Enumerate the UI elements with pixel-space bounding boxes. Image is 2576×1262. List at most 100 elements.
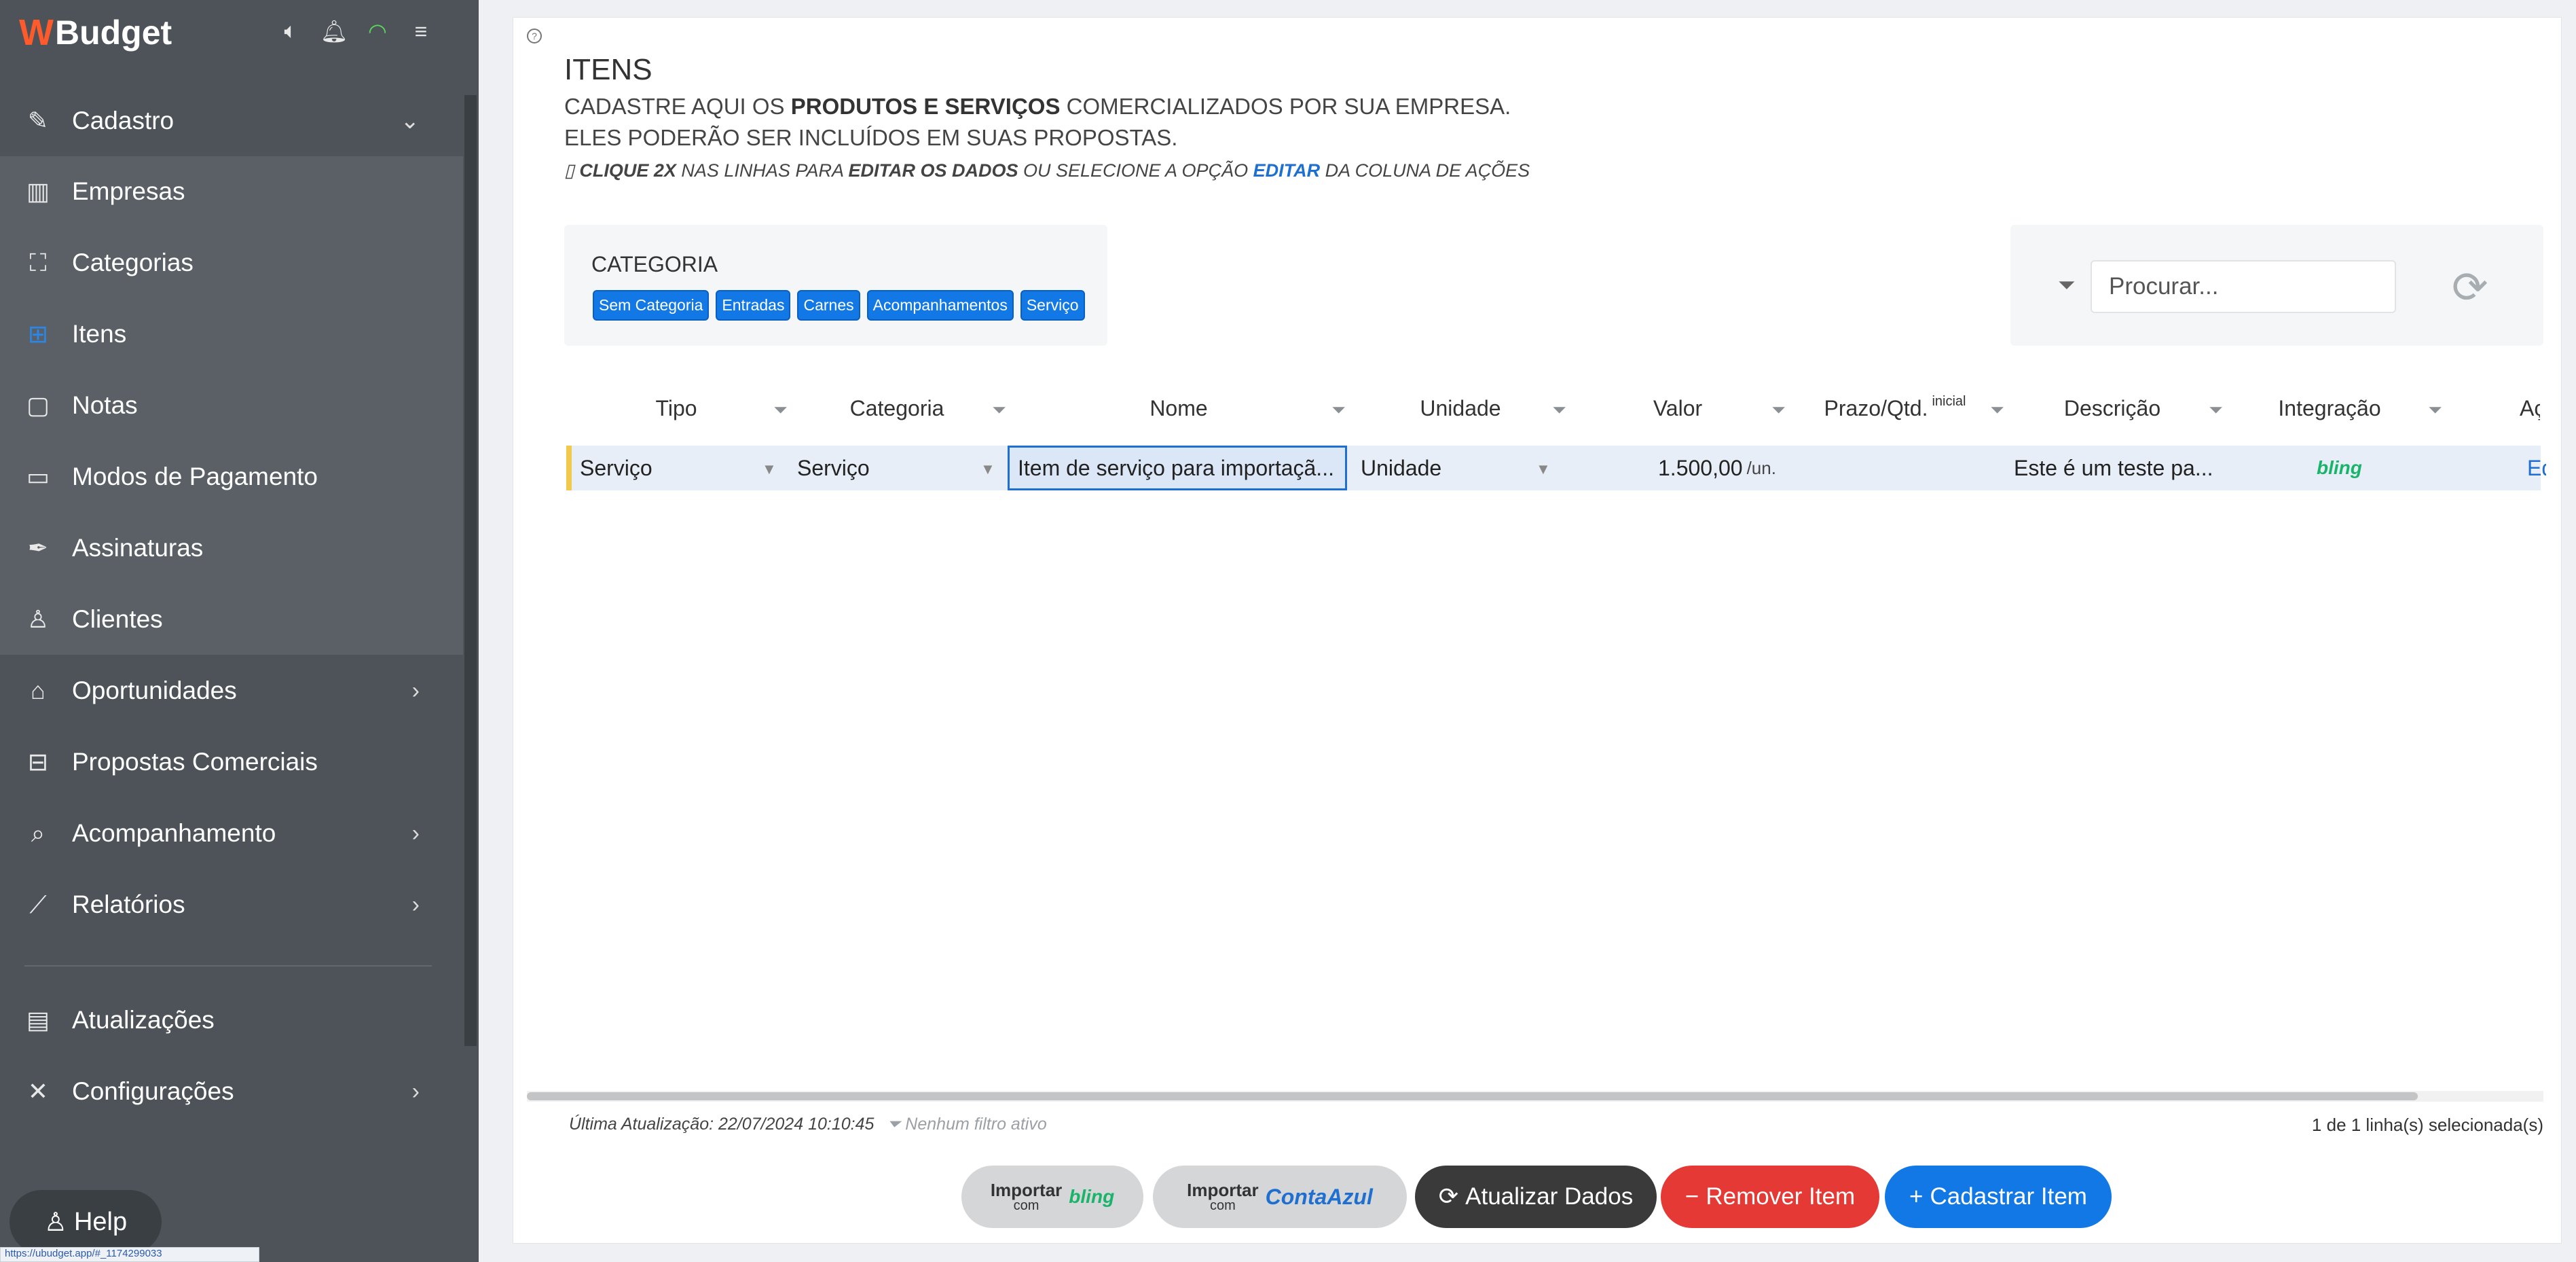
chevron-right-icon: › [411, 891, 420, 918]
remove-label: Remover Item [1706, 1183, 1856, 1210]
refresh-icon: ⟳ [1438, 1183, 1459, 1210]
cell-acoes: Editar [2527, 446, 2546, 490]
column-header-label: Prazo/Qtd. [1824, 395, 1928, 420]
column-filter-icon[interactable]: ⏷ [1771, 399, 1786, 421]
user-icon: ♙ [26, 605, 50, 633]
cell-nome-selected[interactable]: Item de serviço para importaçã... [1008, 446, 1347, 490]
chart-icon: ⟋ [29, 890, 47, 918]
wifi-icon[interactable]: ◠ [365, 18, 390, 45]
app-logo[interactable]: W Budget [19, 12, 172, 53]
sidebar-item-notas[interactable]: ▢ Notas [0, 370, 463, 441]
column-filter-icon[interactable]: ⏷ [992, 399, 1006, 421]
bling-logo: bling [1069, 1186, 1115, 1207]
column-filter-icon[interactable]: ⏷ [1552, 399, 1566, 421]
table-row[interactable]: Serviço ▼ Serviço ▼ Unidade ▼ 1.500,00/u… [566, 446, 2546, 490]
dropdown-arrow-icon[interactable]: ▼ [1536, 461, 1551, 478]
menu-icon[interactable]: ≡ [409, 18, 433, 45]
sidebar-divider [24, 965, 432, 967]
import-com-text: com [1013, 1198, 1039, 1213]
column-header-prazo[interactable]: Prazo/Qtd. inicial [1786, 378, 2004, 439]
page-title: ITENS [564, 53, 652, 86]
column-filter-icon[interactable]: ⏷ [2428, 399, 2442, 421]
sidebar-top-icons: 🔈︎ 🔔︎ ◠ ≡ [278, 18, 433, 45]
bell-icon[interactable]: 🔔︎ [320, 18, 348, 45]
category-chip[interactable]: Acompanhamentos [866, 290, 1014, 321]
sidebar-item-label: Notas [72, 391, 138, 419]
cell-valor[interactable]: 1.500,00/un. [1658, 446, 1776, 490]
hint-text: CLIQUE 2X [579, 160, 676, 181]
column-header-categoria[interactable]: Categoria [788, 378, 1006, 439]
sidebar-item-itens[interactable]: ⊞ Itens [0, 299, 463, 369]
column-header-integracao[interactable]: Integração [2221, 378, 2438, 439]
minus-icon: − [1685, 1183, 1699, 1210]
sidebar-item-cadastro[interactable]: ✎ Cadastro ⌄ [0, 86, 463, 156]
column-header-unidade[interactable]: Unidade [1352, 378, 1569, 439]
filter-status-text: Nenhum filtro ativo [905, 1115, 1047, 1134]
sidebar-item-propostas-comerciais[interactable]: ⊟ Propostas Comerciais [0, 727, 463, 797]
refresh-label: Atualizar Dados [1465, 1183, 1634, 1210]
chevron-down-icon: ⌄ [400, 108, 420, 134]
sidebar-item-empresas[interactable]: ▥ Empresas [0, 156, 463, 227]
sidebar-item-oportunidades[interactable]: ⌂ Oportunidades › [0, 655, 463, 726]
sidebar-item-assinaturas[interactable]: ✒ Assinaturas [0, 513, 463, 583]
column-header-nome[interactable]: Nome [1006, 378, 1352, 439]
user-circle-icon: ♙ [43, 1208, 67, 1237]
sidebar-item-atualizacoes[interactable]: ▤ Atualizações [0, 985, 463, 1056]
sidebar-item-label: Configurações [72, 1077, 234, 1105]
import-contaazul-button[interactable]: Importar com ContaAzul [1153, 1166, 1407, 1228]
import-bling-button[interactable]: Importar com bling [961, 1166, 1143, 1228]
edit-link[interactable]: Editar [2527, 456, 2546, 481]
sidebar-scrollbar[interactable] [464, 95, 477, 1046]
category-chip[interactable]: Entradas [716, 290, 791, 321]
cell-integracao: bling [2317, 446, 2362, 490]
tag-icon: ⌂ [31, 677, 45, 704]
help-button[interactable]: ♙ Help [10, 1190, 162, 1254]
contaazul-logo: ContaAzul [1265, 1184, 1373, 1209]
cell-descricao[interactable]: Este é um teste pa... [2014, 446, 2213, 490]
search-input[interactable] [2091, 260, 2396, 313]
column-header-acoes[interactable]: Ações [2520, 378, 2540, 439]
sidebar-item-relatorios[interactable]: ⟋ Relatórios › [0, 869, 463, 940]
sidebar-item-modos-de-pagamento[interactable]: ▭ Modos de Pagamento [0, 441, 463, 512]
status-url: https://ubudget.app/#_1174299033 [0, 1247, 259, 1262]
category-chip[interactable]: Sem Categoria [593, 290, 710, 321]
cell-unidade[interactable]: Unidade [1361, 446, 1441, 490]
hint-text: OU SELECIONE A OPÇÃO [1018, 160, 1253, 181]
dropdown-arrow-icon[interactable]: ▼ [980, 461, 995, 478]
column-filter-icon[interactable]: ⏷ [1990, 399, 2004, 421]
sidebar-item-label: Modos de Pagamento [72, 463, 318, 490]
horizontal-scrollbar[interactable] [527, 1091, 2543, 1102]
tools-icon: ✕ [27, 1077, 49, 1105]
sidebar-item-configuracoes[interactable]: ✕ Configurações › [0, 1056, 463, 1127]
sidebar-item-acompanhamento[interactable]: ⌕ Acompanhamento › [0, 798, 463, 869]
subtitle-bold: PRODUTOS E SERVIÇOS [790, 94, 1061, 119]
import-com-text: com [1209, 1198, 1236, 1213]
category-chip[interactable]: Carnes [797, 290, 860, 321]
search-box: ⏷ ⟳ [2010, 225, 2543, 346]
help-question-icon[interactable]: ? [527, 29, 542, 43]
remove-item-button[interactable]: − Remover Item [1661, 1166, 1879, 1228]
note-icon: ▢ [26, 391, 50, 419]
refresh-icon[interactable]: ⟳ [2452, 262, 2488, 313]
filter-status: ⏷ Nenhum filtro ativo [887, 1115, 1046, 1134]
refresh-data-button[interactable]: ⟳ Atualizar Dados [1415, 1166, 1657, 1228]
money-icon: ▭ [26, 463, 50, 490]
add-label: Cadastrar Item [1930, 1183, 2087, 1210]
column-filter-icon[interactable]: ⏷ [773, 399, 788, 421]
column-filter-icon[interactable]: ⏷ [1331, 399, 1346, 421]
hierarchy-icon: ⛶ [29, 248, 47, 276]
column-header-descricao[interactable]: Descrição [2004, 378, 2221, 439]
category-chip[interactable]: Serviço [1020, 290, 1085, 321]
column-header-tipo[interactable]: Tipo [564, 378, 788, 439]
scrollbar-thumb[interactable] [527, 1092, 2418, 1100]
edit-icon: ✎ [27, 107, 49, 134]
volume-icon[interactable]: 🔈︎ [278, 18, 303, 45]
sidebar-item-clientes[interactable]: ♙ Clientes [0, 584, 463, 655]
add-item-button[interactable]: + Cadastrar Item [1885, 1166, 2112, 1228]
dropdown-arrow-icon[interactable]: ▼ [762, 461, 777, 478]
cell-tipo[interactable]: Serviço [580, 446, 652, 490]
column-header-valor[interactable]: Valor [1569, 378, 1786, 439]
sidebar-item-categorias[interactable]: ⛶ Categorias [0, 228, 463, 298]
cell-categoria[interactable]: Serviço [797, 446, 870, 490]
sidebar-item-label: Empresas [72, 177, 185, 205]
